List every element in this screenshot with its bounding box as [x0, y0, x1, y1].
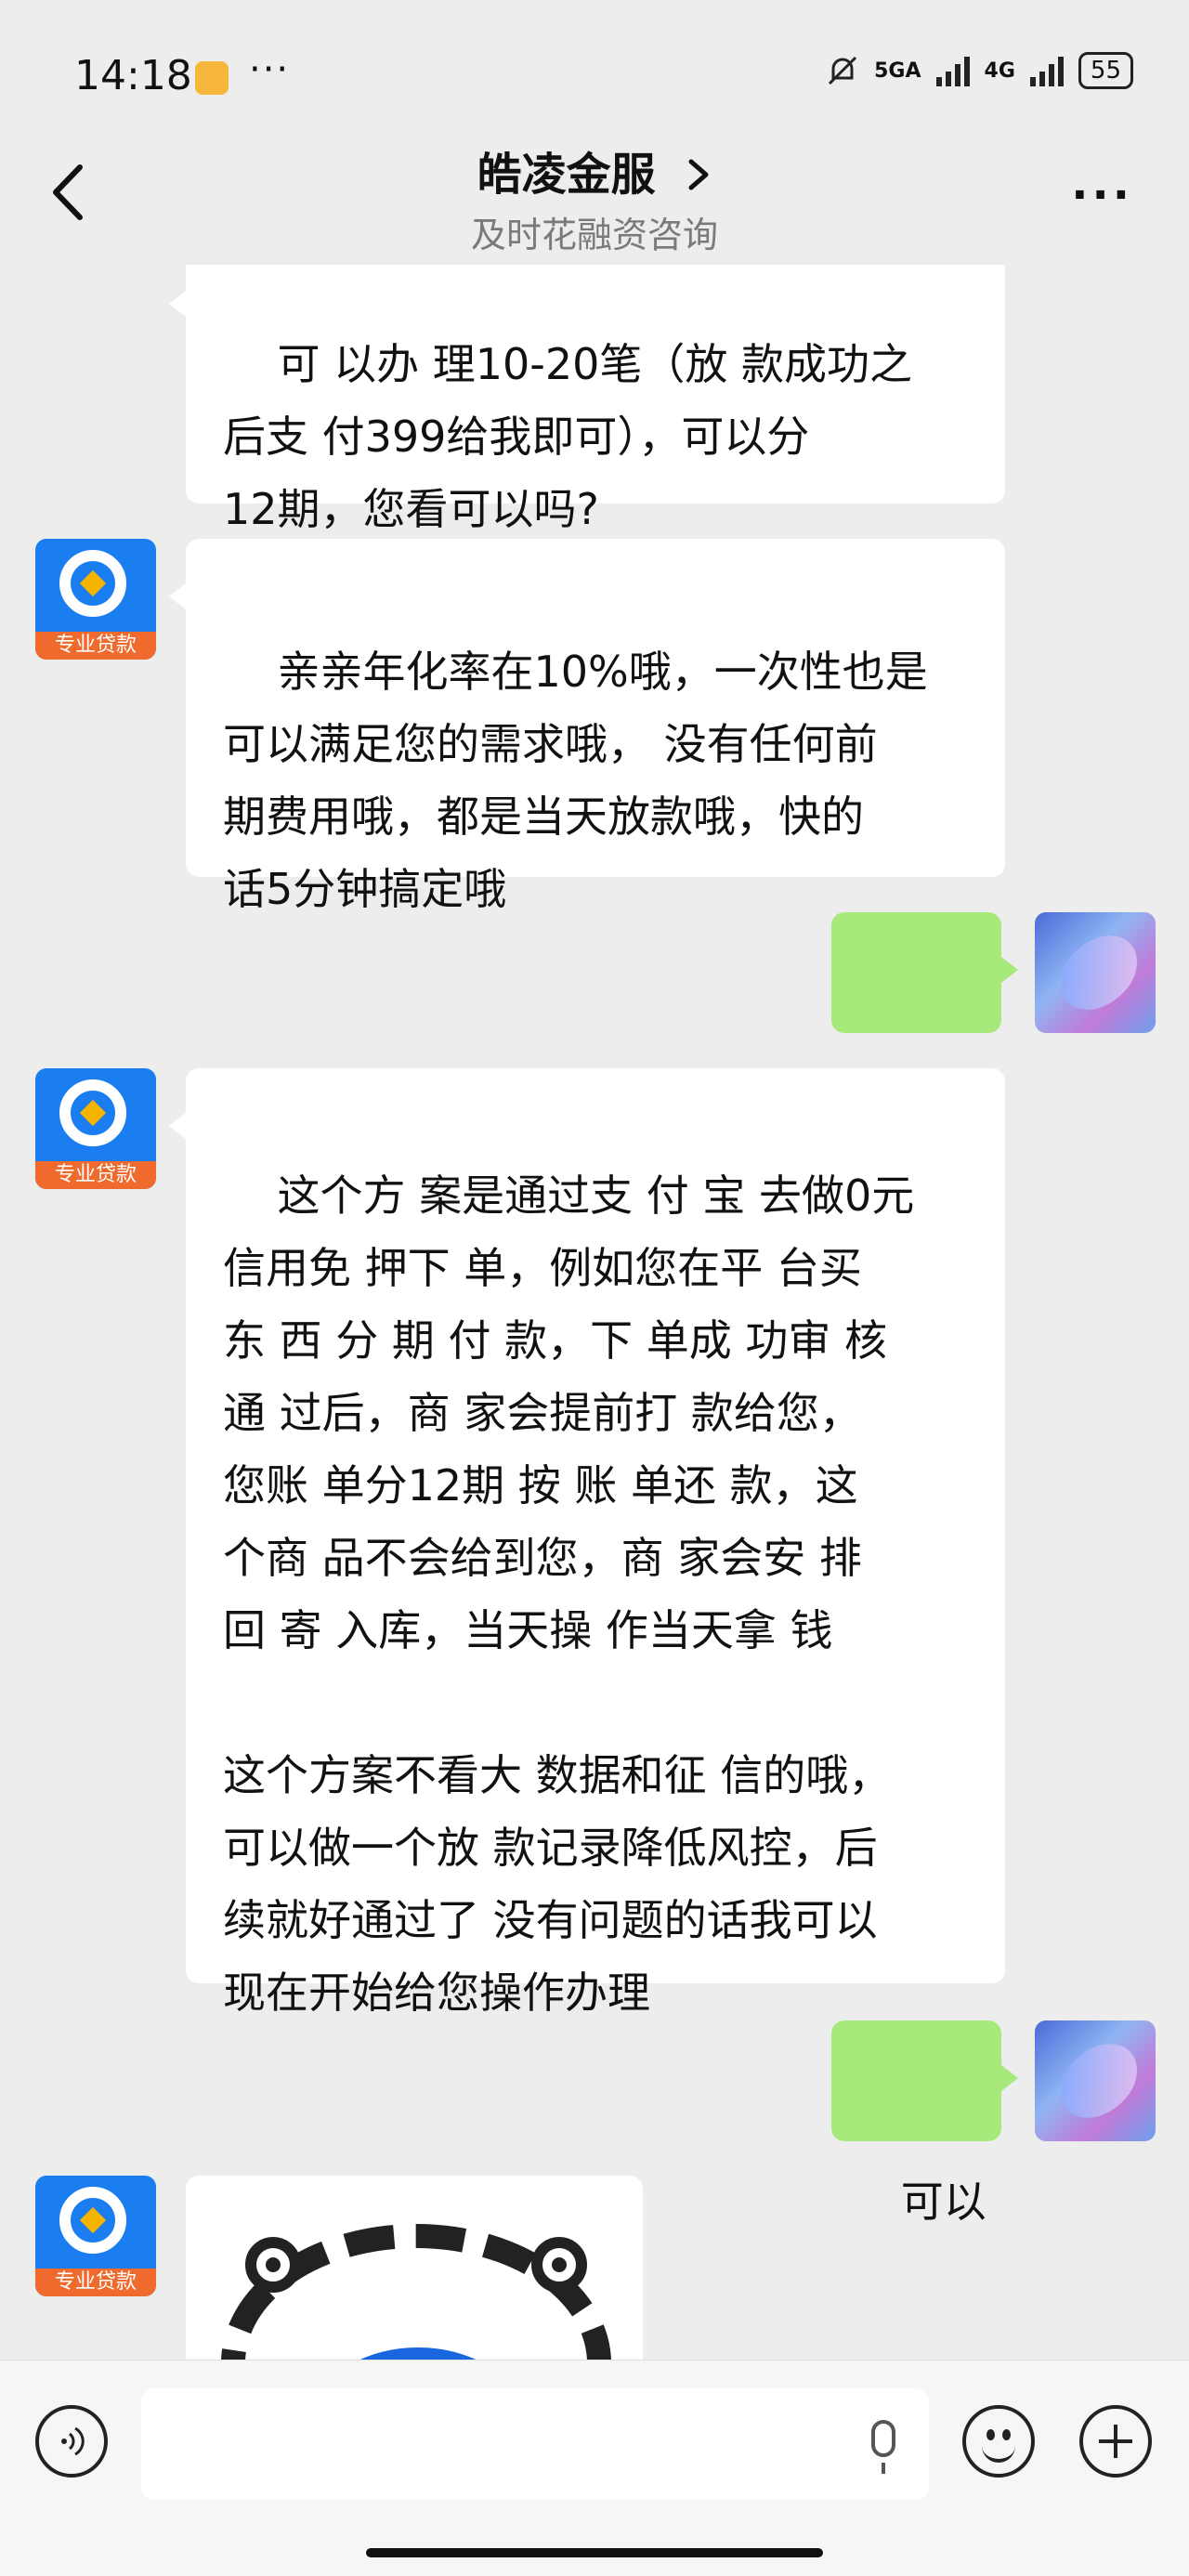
message-bubble-incoming[interactable]: 这个方 案是通过支 付 宝 去做0元 信用免 押下 单，例如您在平 台买 东 西… [169, 1068, 1005, 2018]
chat-title-text: 皓凌金服 [477, 149, 656, 201]
avatar-tag: 专业贷款 [35, 2269, 156, 2296]
emoji-eye-shape [986, 2429, 995, 2440]
home-indicator[interactable] [366, 2548, 823, 2557]
message-text: 可 以办 理10-20笔（放 款成功之 后支 付399给我即可），可以分 12期… [223, 339, 913, 534]
emoji-eye-shape [1002, 2429, 1011, 2440]
avatar-art-shape [1047, 925, 1151, 1020]
avatar-art-shape [1047, 2033, 1151, 2128]
voice-mode-button[interactable] [35, 2405, 108, 2478]
chat-subtitle: 及时花融资咨询 [470, 215, 718, 255]
user-avatar[interactable] [1035, 2020, 1156, 2141]
status-bar: 14:18 ··· 5GA 4G 55 [0, 0, 1189, 139]
status-indicators: 5GA 4G 55 [824, 52, 1133, 89]
contact-avatar[interactable]: 专业贷款 [35, 1068, 156, 1189]
qr-finder-eye [245, 2237, 301, 2293]
message-text: 亲亲年化率在10%哦，一次性也是 可以满足您的需求哦， 没有任何前 期费用哦，都… [223, 647, 928, 914]
message-list[interactable]: 可 以办 理10-20笔（放 款成功之 后支 付399给我即可），可以分 12期… [0, 265, 1189, 2360]
message-text: 可以 [900, 2177, 986, 2227]
more-functions-button[interactable] [1079, 2405, 1152, 2478]
message-text: 这个方 案是通过支 付 宝 去做0元 信用免 押下 单，例如您在平 台买 东 西… [223, 1170, 915, 2018]
avatar-tag: 专业贷款 [35, 632, 156, 660]
message-bubble-outgoing[interactable]: 可以 [831, 912, 1018, 1118]
signal-icon-2 [1029, 57, 1064, 86]
microphone-stem-shape [882, 2463, 885, 2474]
message-bubble-incoming[interactable]: 可 以办 理10-20笔（放 款成功之 后支 付399给我即可），可以分 12期… [169, 265, 1005, 534]
emoji-mouth-shape [982, 2442, 1015, 2463]
more-options-icon[interactable]: ··· [1071, 169, 1133, 221]
contact-avatar[interactable]: 专业贷款 [35, 2176, 156, 2296]
contact-avatar[interactable]: 专业贷款 [35, 539, 156, 660]
chevron-right-icon [669, 149, 712, 201]
network-4g-indicator: 4G [984, 59, 1015, 83]
notes-app-icon [195, 61, 229, 95]
input-bar [0, 2360, 1189, 2576]
voice-wave-icon [61, 2426, 85, 2456]
network-5ga-indicator: 5GA [874, 59, 921, 83]
chat-title[interactable]: 皓凌金服 [0, 137, 1189, 203]
avatar-tag: 专业贷款 [35, 1161, 156, 1189]
plus-icon [1099, 2425, 1132, 2458]
message-input[interactable] [141, 2388, 929, 2500]
message-bubble-outgoing[interactable]: 可以 [831, 2020, 1018, 2227]
emoji-button[interactable] [962, 2405, 1035, 2478]
microphone-icon[interactable] [871, 2420, 895, 2457]
chat-header: 皓凌金服 及时花融资咨询 ··· [0, 121, 1189, 265]
user-avatar[interactable] [1035, 912, 1156, 1033]
battery-indicator: 55 [1078, 52, 1133, 89]
signal-icon [935, 57, 970, 86]
mute-bell-icon [829, 56, 857, 85]
qr-code-image-message[interactable] [186, 2176, 643, 2360]
message-bubble-incoming[interactable]: 亲亲年化率在10%哦，一次性也是 可以满足您的需求哦， 没有任何前 期费用哦，都… [169, 539, 1005, 914]
status-time: 14:18 [74, 52, 192, 99]
qr-finder-eye [531, 2237, 587, 2293]
more-notifications-icon: ··· [249, 48, 291, 91]
